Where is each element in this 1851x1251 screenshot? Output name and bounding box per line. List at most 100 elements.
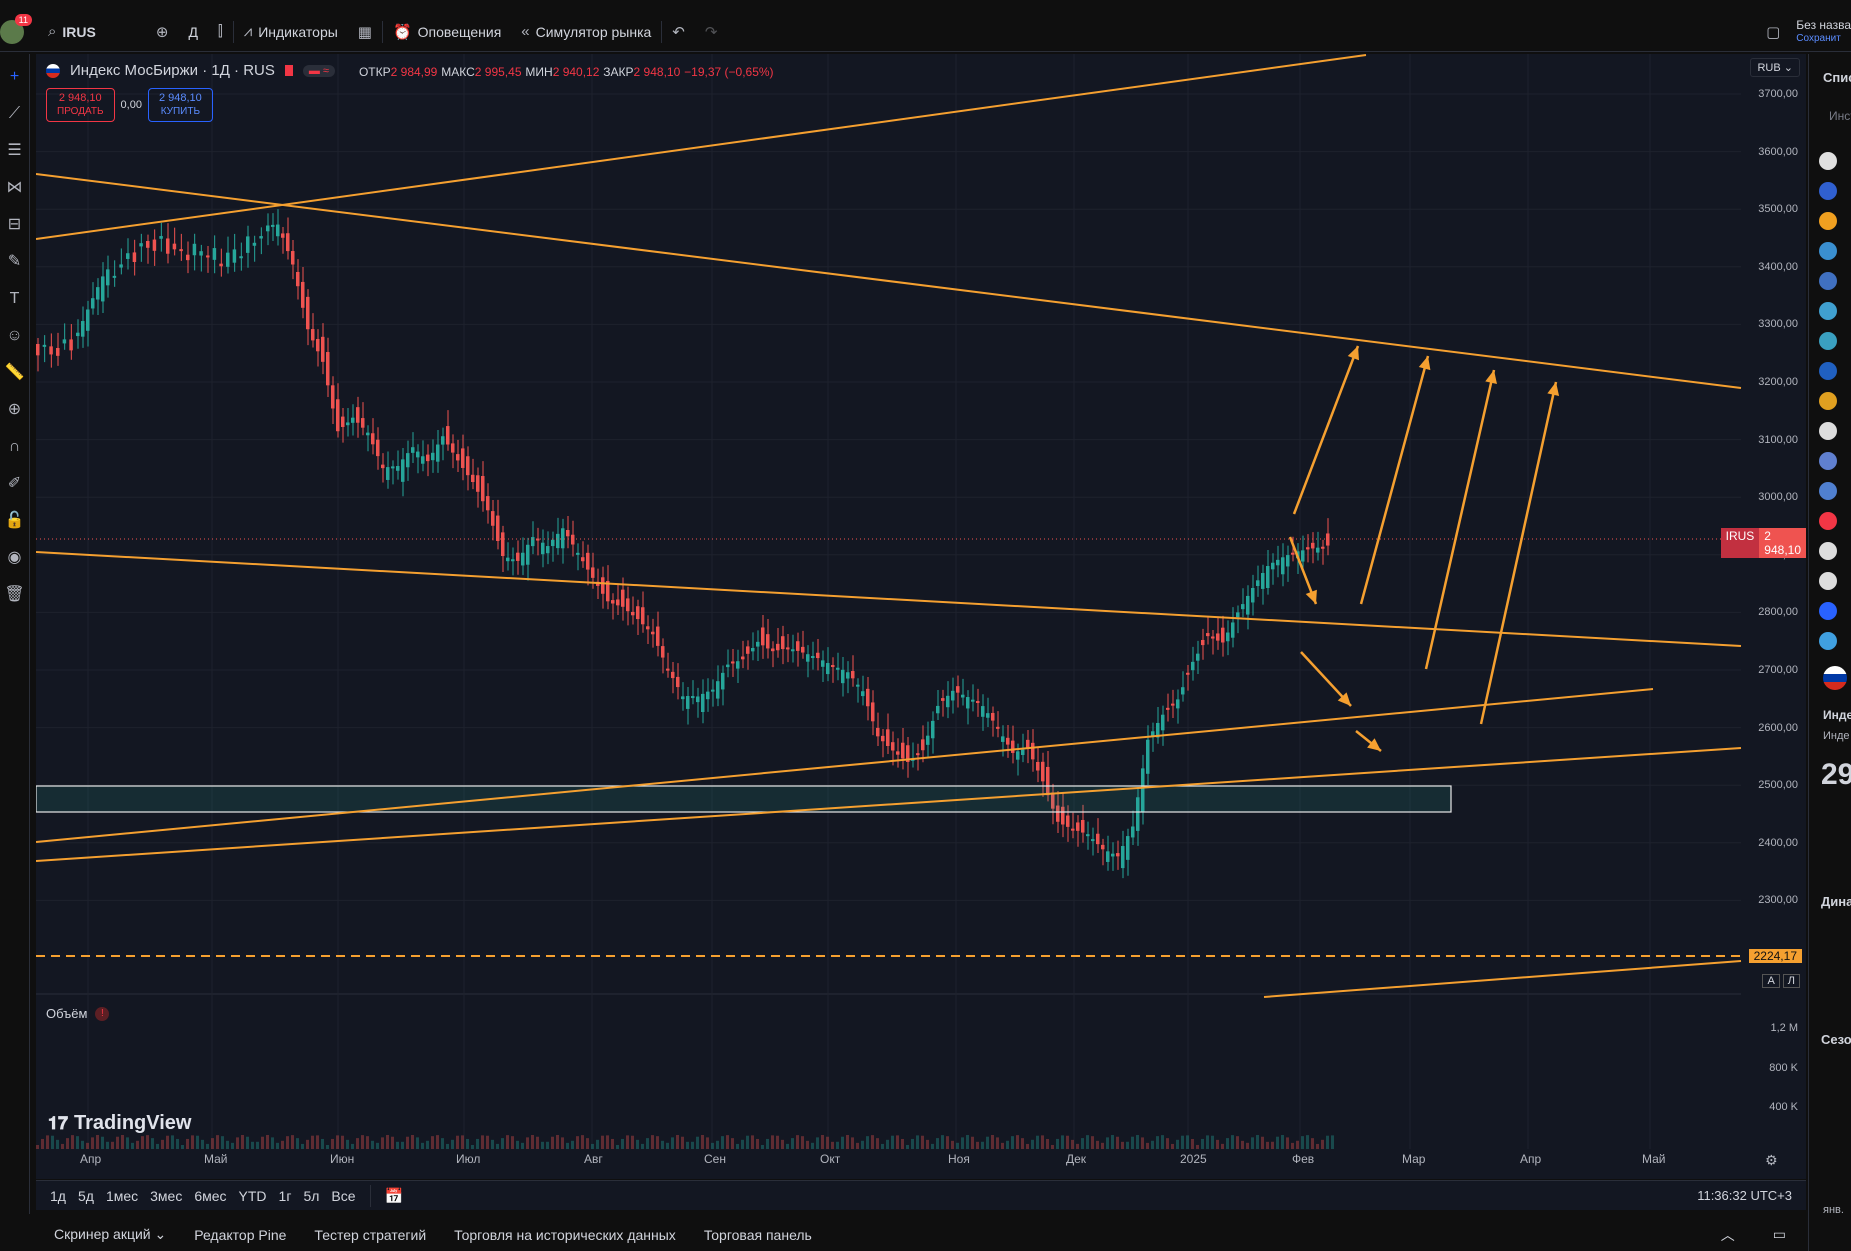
volume-label[interactable]: Объём [46, 1006, 87, 1021]
range-button[interactable]: 6мес [194, 1188, 226, 1204]
undo-button[interactable]: ↶ [662, 12, 695, 52]
candle-body [356, 407, 360, 423]
auto-scale-button[interactable]: А [1762, 974, 1780, 988]
settings-gear-icon[interactable]: ⚙ [1765, 1152, 1778, 1169]
range-button[interactable]: 5л [303, 1188, 319, 1204]
watchlist-item-icon[interactable] [1819, 242, 1837, 260]
layout-button[interactable]: ▢ Без назва Сохранит [1756, 12, 1851, 52]
tab-strategy-tester[interactable]: Тестер стратегий [314, 1227, 426, 1243]
alerts-button[interactable]: ⏰ Оповещения [383, 12, 511, 52]
candle-body [896, 751, 900, 755]
watchlist-item-icon[interactable] [1819, 452, 1837, 470]
warning-icon[interactable]: ! [95, 1006, 110, 1021]
text-tool-icon[interactable]: T [4, 286, 26, 312]
chart-canvas[interactable] [36, 54, 1806, 1179]
visibility-toggle-icon[interactable]: ▬ ≈ [302, 64, 335, 77]
chart-type-button[interactable]: ⫿ [208, 12, 233, 52]
watchlist-item-icon[interactable] [1819, 332, 1837, 350]
emoji-icon[interactable]: ☺ [4, 323, 26, 349]
range-button[interactable]: 5д [78, 1188, 94, 1204]
log-scale-button[interactable]: Л [1782, 974, 1800, 988]
trash-icon[interactable]: 🗑 [4, 582, 26, 608]
candle-body [159, 236, 163, 239]
compare-button[interactable]: ⊕ [146, 12, 179, 52]
candle-body [721, 672, 725, 690]
time-axis[interactable]: Апр Май Июн Июл Авг Сен Окт Ноя Дек 2025 Фев Мар Апр… [36, 1152, 1736, 1176]
pencil-lock-icon[interactable]: ✐ [4, 471, 26, 497]
candle-body [701, 693, 705, 712]
range-button[interactable]: 1г [279, 1188, 292, 1204]
red-flag-icon[interactable] [284, 65, 293, 76]
templates-button[interactable]: ▦ [348, 12, 382, 52]
sell-button[interactable]: 2 948,10 ПРОДАТЬ [46, 88, 115, 122]
tradingview-logo[interactable]: 𝟏𝟕 TradingView [48, 1112, 191, 1135]
eye-icon[interactable]: ◉ [4, 545, 26, 571]
ruler-icon[interactable]: 📏 [4, 360, 26, 386]
volume-scale-1: 1,2 M [1770, 1022, 1798, 1034]
user-avatar[interactable]: 11 [0, 13, 32, 44]
watchlist-item-icon[interactable] [1819, 542, 1837, 560]
redo-button[interactable]: ↷ [695, 12, 728, 52]
chart-title[interactable]: Индекс МосБиржи · 1Д · RUS [70, 62, 275, 79]
watchlist-title[interactable]: Спис [1823, 70, 1851, 85]
watchlist-item-icon[interactable] [1819, 572, 1837, 590]
dynamics-label: Дина [1821, 894, 1851, 909]
pattern-tool-icon[interactable]: ⋈ [4, 175, 26, 201]
range-button[interactable]: Все [331, 1188, 355, 1204]
collapse-panel-icon[interactable]: ︿ [1721, 1225, 1735, 1245]
tab-trading-panel[interactable]: Торговая панель [704, 1227, 812, 1243]
watchlist-item-icon[interactable] [1819, 602, 1837, 620]
candle-body [756, 641, 760, 647]
volume-bar [711, 1142, 714, 1149]
currency-button[interactable]: RUB ⌄ [1750, 58, 1800, 77]
magnet-icon[interactable]: ∩ [4, 434, 26, 460]
candle-body [806, 654, 810, 662]
watchlist-item-icon[interactable] [1819, 392, 1837, 410]
replay-button[interactable]: « Симулятор рынка [511, 12, 661, 52]
trendline-tool-icon[interactable]: ⟋ [4, 101, 26, 127]
watchlist-item-icon[interactable] [1819, 212, 1837, 230]
calendar-icon[interactable]: 📅 [385, 1187, 404, 1205]
volume-bar [1166, 1138, 1169, 1149]
watchlist-item-icon[interactable] [1819, 152, 1837, 170]
range-button[interactable]: YTD [239, 1188, 267, 1204]
zoom-in-icon[interactable]: ⊕ [4, 397, 26, 423]
range-button[interactable]: 1д [50, 1188, 66, 1204]
volume-bar [276, 1142, 279, 1149]
symbol-search[interactable]: ⌕ IRUS [38, 12, 106, 52]
price-scale[interactable]: RUB ⌄ 3700,00 3600,00 3500,00 3400,00 3300,0… [1720, 54, 1806, 1113]
time-label: Июн [330, 1152, 355, 1166]
horizontal-lines-icon[interactable]: ☰ [4, 138, 26, 164]
candle-body [1026, 739, 1030, 748]
watchlist-item-icon[interactable] [1819, 422, 1837, 440]
lock-icon[interactable]: 🔓 [4, 508, 26, 534]
watchlist-item-icon[interactable] [1819, 632, 1837, 650]
volume-bar [1046, 1138, 1049, 1149]
watchlist-item-icon[interactable] [1819, 302, 1837, 320]
buy-button[interactable]: 2 948,10 КУПИТЬ [147, 88, 213, 122]
tab-pine-editor[interactable]: Редактор Pine [194, 1227, 286, 1243]
watchlist-item-icon[interactable] [1819, 362, 1837, 380]
maximize-panel-icon[interactable]: ▭ [1773, 1226, 1786, 1243]
tab-stock-screener[interactable]: Скринер акций ⌄ [54, 1226, 166, 1243]
indicators-button[interactable]: ⩘ Индикаторы [234, 12, 348, 52]
clock[interactable]: 11:36:32 UTC+3 [1697, 1188, 1792, 1203]
volume-bar [551, 1136, 554, 1149]
watchlist-item-icon[interactable] [1819, 182, 1837, 200]
range-button[interactable]: 1мес [106, 1188, 138, 1204]
candle-body [816, 652, 820, 659]
candle-body [226, 252, 230, 267]
brush-icon[interactable]: ✎ [4, 249, 26, 275]
watchlist-item-icon[interactable] [1819, 482, 1837, 500]
chart-area[interactable]: Индекс МосБиржи · 1Д · RUS ▬ ≈ ОТКР2 984… [36, 54, 1806, 1179]
watchlist-item-icon[interactable] [1819, 512, 1837, 530]
volume-bar [451, 1139, 454, 1149]
crosshair-icon[interactable]: + [4, 64, 26, 90]
interval-button[interactable]: Д [178, 12, 207, 52]
watchlist-item-icon[interactable] [1819, 272, 1837, 290]
range-button[interactable]: 3мес [150, 1188, 182, 1204]
tab-replay-trading[interactable]: Торговля на исторических данных [454, 1227, 676, 1243]
forecast-tool-icon[interactable]: ⊟ [4, 212, 26, 238]
candle-body [916, 753, 920, 756]
volume-bar [91, 1137, 94, 1149]
